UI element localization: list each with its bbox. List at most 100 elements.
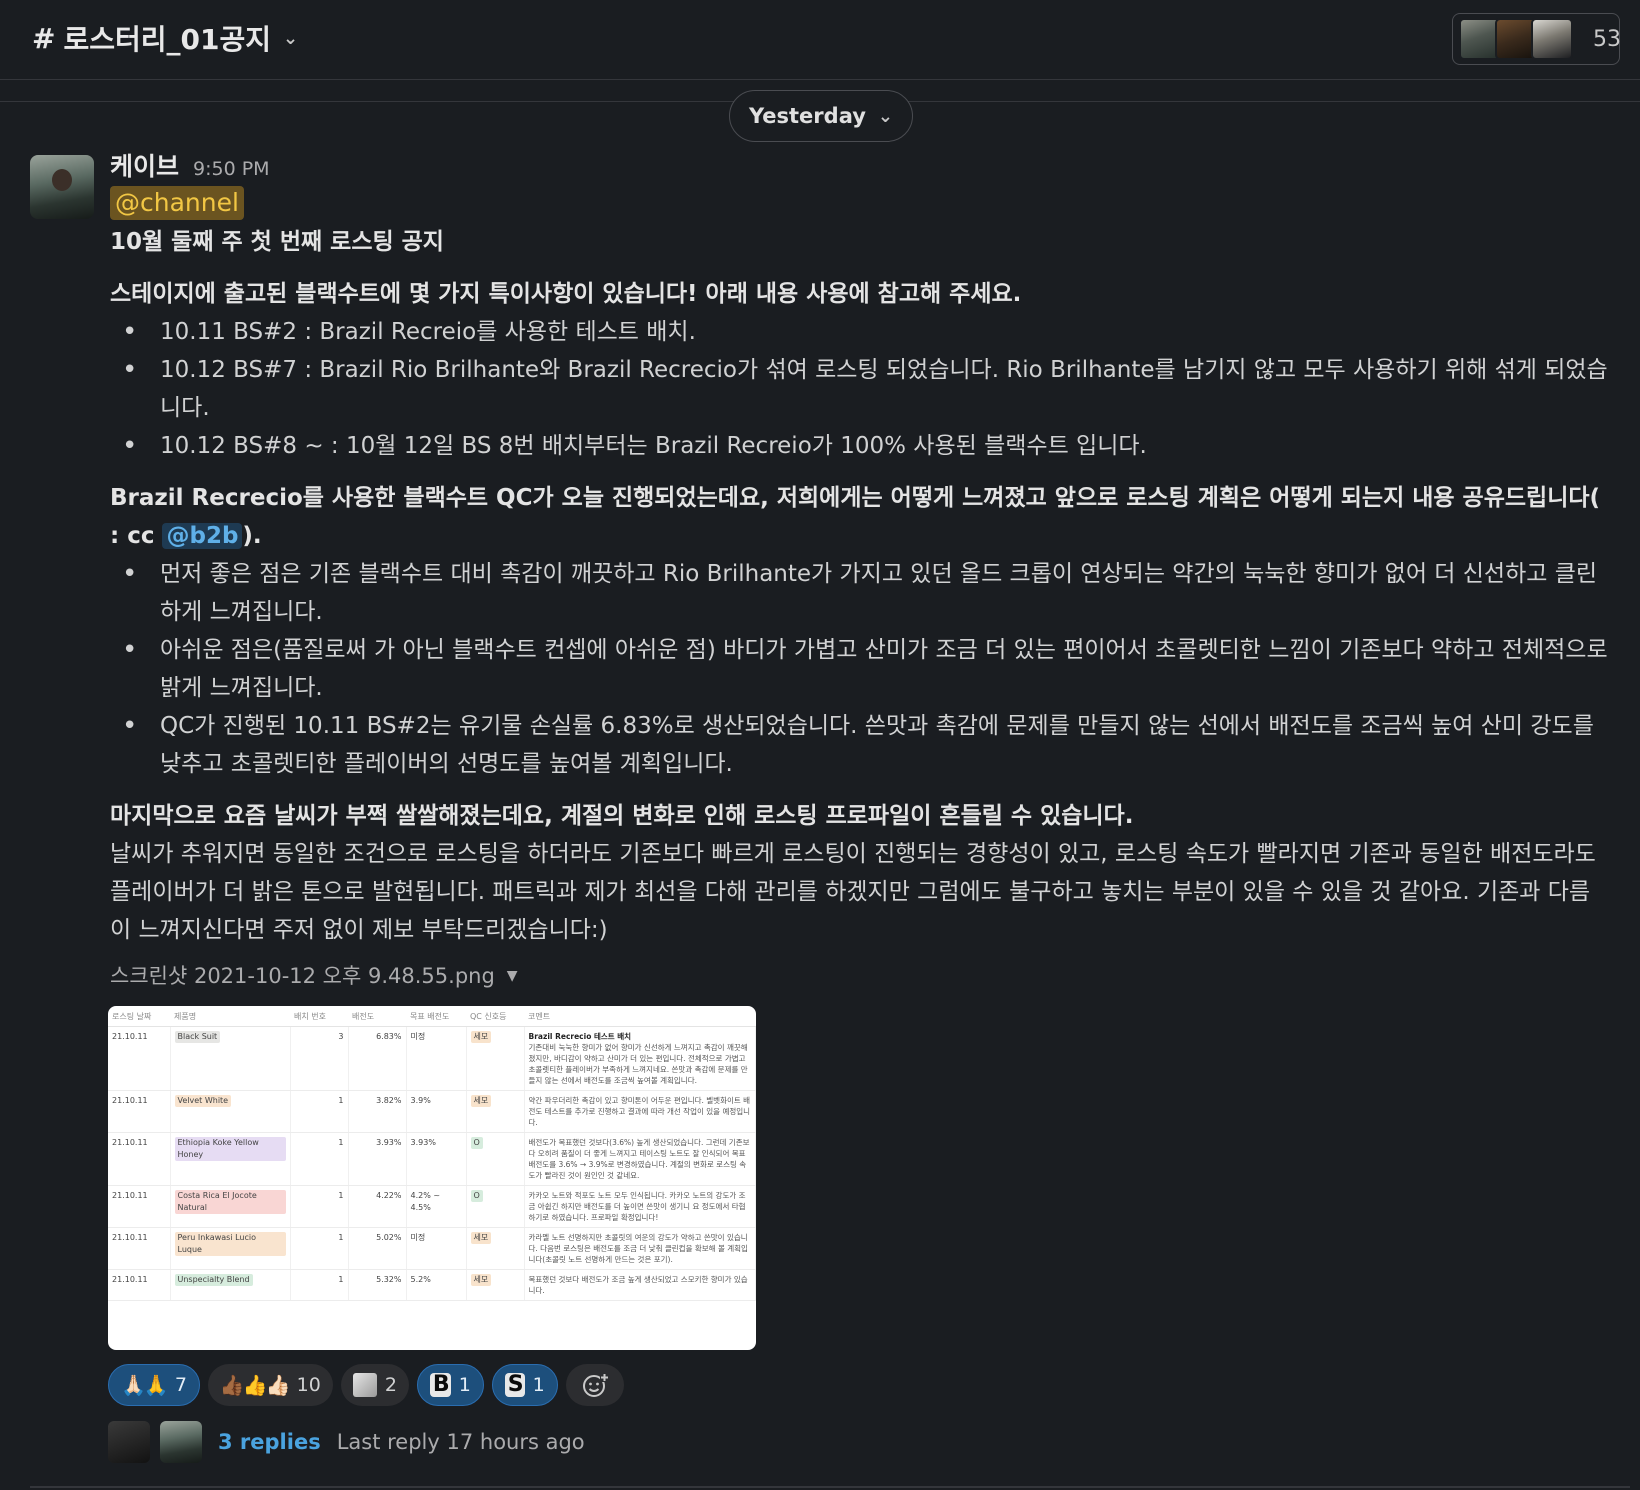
avatar [160, 1421, 202, 1463]
table-row: 21.10.11 Costa Rica El Jocote Natural 1 4.2… [108, 1185, 756, 1228]
table-cell: 목표했던 것보다 배전도가 조금 높게 생산되었고 스모키한 향미가 있습니다. [524, 1269, 756, 1301]
table-cell: 21.10.11 [108, 1185, 171, 1228]
table-header-cell: 목표 배전도 [406, 1006, 466, 1027]
table-cell: Ethiopia Koke Yellow Honey [170, 1132, 291, 1186]
member-list-button[interactable]: 53 [1452, 13, 1621, 65]
reaction-count: 1 [458, 1374, 471, 1396]
product-tag: O [470, 1137, 483, 1149]
product-tag: 세모 [470, 1031, 492, 1043]
table-cell: 1 [290, 1132, 349, 1186]
message-timestamp[interactable]: 9:50 PM [193, 150, 270, 188]
table-cell: 5.2% [406, 1269, 467, 1301]
date-label: Yesterday [749, 104, 866, 128]
product-tag: 세모 [470, 1232, 492, 1244]
list-item: 10.12 BS#8 ~ : 10월 12일 BS 8번 배치부터는 Brazi… [110, 427, 1610, 465]
section2-heading-end: ). [242, 523, 262, 549]
table-header-cell: 로스팅 날짜 [108, 1006, 170, 1027]
reaction-pray[interactable]: 🙏🏻🙏 7 [108, 1364, 200, 1406]
reaction-count: 7 [174, 1374, 187, 1396]
product-tag: 세모 [470, 1274, 492, 1286]
section2-heading-text: Brazil Recrecio를 사용한 블랙수트 QC가 오늘 진행되었는데요… [110, 485, 1601, 549]
table-cell: 4.22% [348, 1185, 407, 1228]
add-emoji-icon [582, 1373, 609, 1397]
reaction-count: 2 [384, 1374, 397, 1396]
thread-summary[interactable]: 3 replies Last reply 17 hours ago [108, 1420, 585, 1464]
pray-emoji-icon: 🙏🏻🙏 [121, 1373, 169, 1397]
table-cell: 3.93% [406, 1132, 467, 1186]
section2-list: 먼저 좋은 점은 기존 블랙수트 대비 촉감이 깨끗하고 Rio Brilhan… [110, 555, 1610, 783]
table-cell: 미정 [406, 1026, 467, 1091]
add-reaction-button[interactable] [565, 1364, 624, 1406]
reaction-letter-s[interactable]: S 1 [491, 1364, 558, 1406]
table-cell: 세모 [466, 1026, 525, 1091]
table-cell: Peru Inkawasi Lucio Luque [170, 1227, 291, 1270]
attachment-name-button[interactable]: 스크린샷 2021-10-12 오후 9.48.55.png ▼ [110, 959, 1610, 993]
table-cell: 21.10.11 [108, 1026, 171, 1091]
table-cell: 카라멜 노트 선명하지만 초콜릿의 여운의 강도가 약하고 쓴맛이 있습니다. … [524, 1227, 756, 1270]
table-cell: 배전도가 목표했던 것보다(3.6%) 높게 생산되었습니다. 그런데 기존보다… [524, 1132, 756, 1186]
table-row: 21.10.11 Velvet White 1 3.82% 3.9% 세모 약간 파우더리한… [108, 1090, 756, 1133]
reaction-thumbs-up[interactable]: 👍🏾👍👍🏻 10 [207, 1364, 333, 1406]
author-avatar[interactable] [30, 155, 94, 219]
attachment-table: 로스팅 날짜 제품명 배치 번호 배전도 목표 배전도 QC 신호등 코멘트 21.10.1… [108, 1006, 756, 1301]
letter-b-emoji-icon: B [429, 1373, 451, 1397]
section1-list: 10.11 BS#2 : Brazil Recreio를 사용한 테스트 배치.… [110, 313, 1610, 465]
product-tag: Costa Rica El Jocote Natural [174, 1190, 286, 1214]
chevron-down-icon: ⌄ [877, 105, 893, 127]
table-cell: 5.02% [348, 1227, 407, 1270]
table-cell: 4.2% ~ 4.5% [406, 1185, 467, 1228]
table-cell: 21.10.11 [108, 1269, 171, 1301]
table-cell: 세모 [466, 1227, 525, 1270]
date-divider-button[interactable]: Yesterday ⌄ [729, 90, 913, 142]
table-cell: Brazil Recrecio 테스트 배치 기존대비 눅눅한 향미가 없어 향미… [524, 1026, 756, 1091]
table-row: 21.10.11 Ethiopia Koke Yellow Honey 1 3.93%… [108, 1132, 756, 1186]
table-cell: Unspecialty Blend [170, 1269, 291, 1301]
channel-name-button[interactable]: # 로스터리_01공지 ⌄ [32, 18, 298, 58]
section1-heading: 스테이지에 출고된 블랙수트에 몇 가지 특이사항이 있습니다! 아래 내용 사… [110, 281, 1022, 307]
list-item: 아쉬운 점은(품질로써 가 아닌 블랙수트 컨셉에 아쉬운 점) 바디가 가볍고… [110, 631, 1610, 707]
channel-header: # 로스터리_01공지 ⌄ 53 [0, 0, 1640, 80]
table-cell: 3.82% [348, 1090, 407, 1133]
product-tag: Peru Inkawasi Lucio Luque [174, 1232, 286, 1256]
table-cell: 3.93% [348, 1132, 407, 1186]
composer-border [30, 1486, 1630, 1488]
last-reply-time: Last reply 17 hours ago [336, 1430, 585, 1454]
chevron-down-icon: ⌄ [283, 27, 299, 49]
table-cell: 5.32% [348, 1269, 407, 1301]
table-header-cell: QC 신호등 [466, 1006, 524, 1027]
product-tag: Unspecialty Blend [174, 1274, 253, 1286]
custom-image-emoji-icon [352, 1373, 377, 1397]
message: 케이브 9:50 PM @channel 10월 둘째 주 첫 번째 로스팅 공… [110, 148, 1610, 993]
channel-hash: # [32, 21, 56, 55]
list-item: 10.11 BS#2 : Brazil Recreio를 사용한 테스트 배치. [110, 313, 1610, 351]
table-cell: 3.9% [406, 1090, 467, 1133]
section3-body: 날씨가 추워지면 동일한 조건으로 로스팅을 하더라도 기존보다 빠르게 로스팅… [110, 841, 1596, 943]
table-cell: 미정 [406, 1227, 467, 1270]
user-mention[interactable]: @b2b [162, 523, 243, 549]
attachment-file-name: 스크린샷 2021-10-12 오후 9.48.55.png [110, 964, 495, 988]
thumbs-up-emoji-icon: 👍🏾👍👍🏻 [219, 1373, 291, 1397]
table-cell: Black Suit [170, 1026, 291, 1091]
message-title: 10월 둘째 주 첫 번째 로스팅 공지 [110, 229, 444, 255]
table-cell: Velvet White [170, 1090, 291, 1133]
reaction-bar: 🙏🏻🙏 7 👍🏾👍👍🏻 10 2 B 1 S 1 [108, 1364, 624, 1406]
list-item: QC가 진행된 10.11 BS#2는 유기물 손실률 6.83%로 생산되었습… [110, 707, 1610, 783]
table-cell: 21.10.11 [108, 1090, 171, 1133]
table-cell: 1 [290, 1269, 349, 1301]
reaction-letter-b[interactable]: B 1 [416, 1364, 484, 1406]
channel-mention[interactable]: @channel [110, 186, 244, 220]
replies-link[interactable]: 3 replies [218, 1430, 321, 1454]
section2-heading: Brazil Recrecio를 사용한 블랙수트 QC가 오늘 진행되었는데요… [110, 479, 1610, 555]
table-cell: 1 [290, 1185, 349, 1228]
table-cell: 6.83% [348, 1026, 407, 1091]
letter-s-emoji-icon: S [504, 1373, 525, 1397]
table-header-cell: 배치 번호 [290, 1006, 348, 1027]
table-header-cell: 제품명 [170, 1006, 290, 1027]
table-cell: Costa Rica El Jocote Natural [170, 1185, 291, 1228]
table-cell: 21.10.11 [108, 1227, 171, 1270]
attachment-image[interactable]: 로스팅 날짜 제품명 배치 번호 배전도 목표 배전도 QC 신호등 코멘트 21.10.1… [108, 1006, 756, 1350]
reaction-custom-image[interactable]: 2 [340, 1364, 409, 1406]
member-avatars [1459, 18, 1573, 60]
author-name[interactable]: 케이브 [110, 148, 179, 186]
member-count: 53 [1593, 26, 1621, 52]
